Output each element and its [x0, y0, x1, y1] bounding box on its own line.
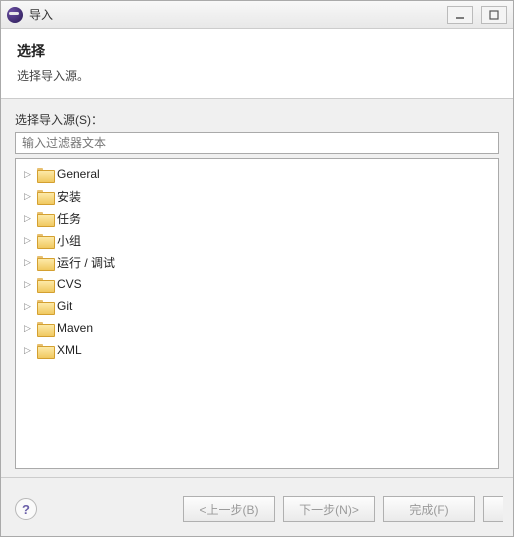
dialog-body: 选择导入源(S)： ▷ General ▷ 安装 ▷ 任务 ▷ 小组	[1, 99, 513, 477]
folder-icon	[37, 300, 53, 313]
source-tree[interactable]: ▷ General ▷ 安装 ▷ 任务 ▷ 小组 ▷	[15, 158, 499, 469]
maximize-icon	[489, 10, 499, 20]
titlebar[interactable]: 导入	[1, 1, 513, 29]
chevron-right-icon[interactable]: ▷	[22, 169, 33, 180]
dialog-header: 选择 选择导入源。	[1, 29, 513, 99]
maximize-button[interactable]	[481, 6, 507, 24]
finish-button[interactable]: 完成(F)	[383, 496, 475, 522]
tree-item[interactable]: ▷ Maven	[22, 317, 492, 339]
cancel-button-partial[interactable]	[483, 496, 503, 522]
minimize-button[interactable]	[447, 6, 473, 24]
folder-icon	[37, 234, 53, 247]
dialog-footer: ? <上一步(B) 下一步(N)> 完成(F)	[1, 477, 513, 536]
header-title: 选择	[17, 41, 497, 61]
eclipse-icon	[7, 7, 23, 23]
tree-item[interactable]: ▷ Git	[22, 295, 492, 317]
tree-item-label: 小组	[57, 232, 81, 249]
tree-item[interactable]: ▷ CVS	[22, 273, 492, 295]
folder-icon	[37, 322, 53, 335]
folder-icon	[37, 256, 53, 269]
folder-icon	[37, 278, 53, 291]
tree-item[interactable]: ▷ 任务	[22, 207, 492, 229]
tree-item[interactable]: ▷ General	[22, 163, 492, 185]
chevron-right-icon[interactable]: ▷	[22, 257, 33, 268]
tree-item[interactable]: ▷ 安装	[22, 185, 492, 207]
chevron-right-icon[interactable]: ▷	[22, 191, 33, 202]
help-button[interactable]: ?	[15, 498, 37, 520]
tree-item-label: XML	[57, 343, 82, 357]
tree-item[interactable]: ▷ 运行 / 调试	[22, 251, 492, 273]
tree-item-label: CVS	[57, 277, 82, 291]
tree-item[interactable]: ▷ XML	[22, 339, 492, 361]
chevron-right-icon[interactable]: ▷	[22, 323, 33, 334]
tree-item-label: Maven	[57, 321, 93, 335]
back-button[interactable]: <上一步(B)	[183, 496, 275, 522]
tree-item-label: General	[57, 167, 100, 181]
header-subtitle: 选择导入源。	[17, 67, 497, 84]
folder-icon	[37, 344, 53, 357]
filter-input[interactable]	[15, 132, 499, 154]
chevron-right-icon[interactable]: ▷	[22, 213, 33, 224]
import-dialog: 导入 选择 选择导入源。 选择导入源(S)： ▷ General ▷ 安装	[0, 0, 514, 537]
source-label: 选择导入源(S)：	[15, 111, 499, 128]
tree-item-label: Git	[57, 299, 72, 313]
next-button[interactable]: 下一步(N)>	[283, 496, 375, 522]
tree-item-label: 安装	[57, 188, 81, 205]
tree-item[interactable]: ▷ 小组	[22, 229, 492, 251]
tree-item-label: 任务	[57, 210, 81, 227]
folder-icon	[37, 168, 53, 181]
chevron-right-icon[interactable]: ▷	[22, 301, 33, 312]
tree-item-label: 运行 / 调试	[57, 254, 115, 271]
folder-icon	[37, 212, 53, 225]
chevron-right-icon[interactable]: ▷	[22, 279, 33, 290]
minimize-icon	[455, 10, 465, 20]
window-title: 导入	[29, 6, 53, 23]
chevron-right-icon[interactable]: ▷	[22, 235, 33, 246]
folder-icon	[37, 190, 53, 203]
help-icon: ?	[22, 502, 30, 517]
chevron-right-icon[interactable]: ▷	[22, 345, 33, 356]
